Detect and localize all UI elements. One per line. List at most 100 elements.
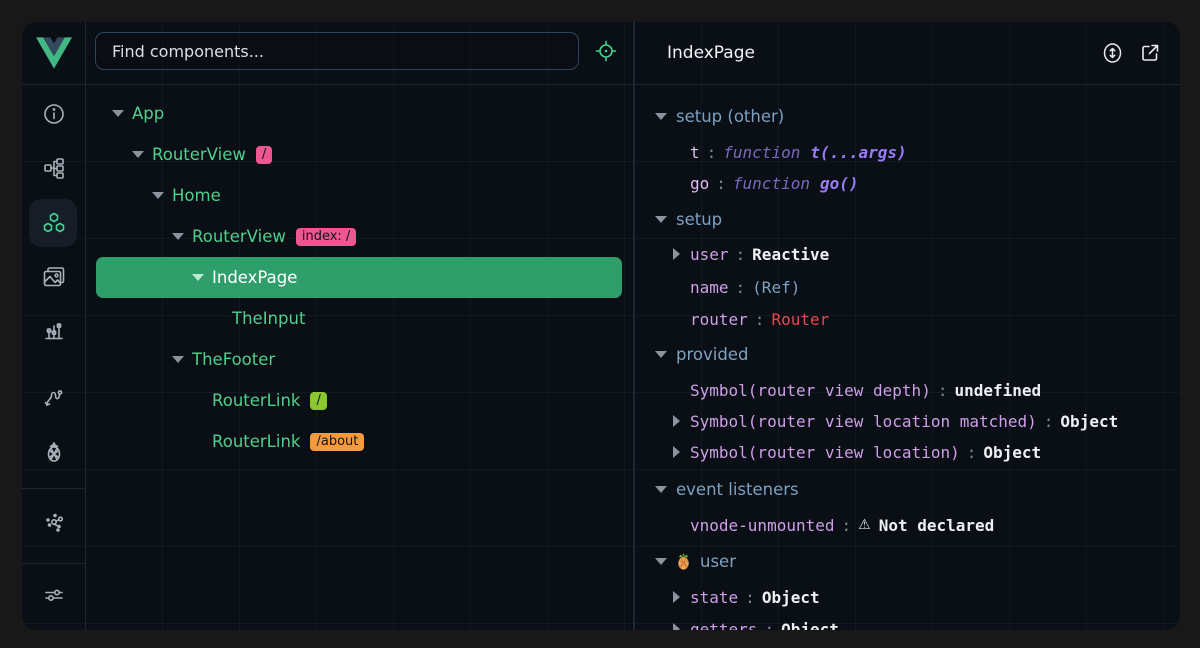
component-label: IndexPage	[212, 268, 297, 287]
sidebar	[22, 22, 85, 630]
state-value: Not declared	[879, 516, 995, 535]
function-signature: t(...args)	[810, 143, 906, 162]
route-badge: index: /	[296, 228, 356, 246]
sidebar-item-pages-tree[interactable]	[22, 146, 85, 190]
component-label: TheInput	[232, 309, 305, 328]
vue-logo[interactable]	[22, 22, 85, 84]
expand-triangle-icon[interactable]	[673, 591, 680, 603]
expand-triangle-icon[interactable]	[673, 415, 680, 427]
state-value: Object	[983, 443, 1041, 462]
tree-row-routerview-1[interactable]: RouterView /	[96, 134, 622, 175]
component-label: RouterLink	[212, 432, 300, 451]
target-icon	[595, 40, 617, 62]
collapse-triangle-icon[interactable]	[172, 233, 184, 240]
state-value: Object	[781, 620, 839, 631]
state-row-name: name : (Ref)	[635, 274, 1180, 300]
component-label: RouterLink	[212, 391, 300, 410]
component-label: RouterView	[192, 227, 286, 246]
collapse-triangle-icon[interactable]	[655, 113, 667, 120]
sidebar-item-pinia[interactable]	[22, 430, 85, 474]
collapse-triangle-icon[interactable]	[132, 151, 144, 158]
state-inspector: IndexPage setup (other) t :	[635, 22, 1180, 630]
state-row-getters[interactable]: getters : Object	[635, 616, 1180, 630]
pineapple-icon	[42, 440, 66, 464]
collapse-triangle-icon[interactable]	[112, 110, 124, 117]
state-key: vnode-unmounted	[690, 516, 835, 535]
expand-triangle-icon[interactable]	[673, 446, 680, 458]
state-row-t: t : function t(...args)	[635, 139, 1180, 165]
scroll-to-component-icon	[1102, 42, 1123, 64]
sidebar-divider-line	[22, 488, 85, 489]
state-row-user[interactable]: user : Reactive	[635, 241, 1180, 267]
tree-row-thefooter[interactable]: TheFooter	[96, 339, 622, 380]
sidebar-divider-line-2	[22, 563, 85, 564]
sidebar-item-settings[interactable]	[22, 573, 85, 617]
function-keyword: function	[733, 174, 810, 193]
levels-icon	[42, 319, 66, 343]
state-row-go: go : function go()	[635, 170, 1180, 196]
graph-icon	[42, 510, 66, 534]
section-label: event listeners	[676, 480, 799, 499]
state-value: Reactive	[752, 245, 829, 264]
tree-row-home[interactable]: Home	[96, 175, 622, 216]
tree-row-routerlink-1[interactable]: RouterLink /	[96, 380, 622, 421]
section-event-listeners[interactable]: event listeners	[635, 476, 1180, 502]
pinia-pineapple-icon	[676, 553, 691, 570]
tree-row-theinput[interactable]: TheInput	[96, 298, 622, 339]
component-label: RouterView	[152, 145, 246, 164]
collapse-triangle-icon[interactable]	[192, 274, 204, 281]
function-keyword: function	[723, 143, 800, 162]
section-label: setup	[676, 210, 722, 229]
sidebar-item-assets[interactable]	[22, 255, 85, 299]
state-row-symbol-location[interactable]: Symbol(router view location) : Object	[635, 439, 1180, 465]
search-input[interactable]	[110, 41, 564, 62]
state-row-symbol-matched[interactable]: Symbol(router view location matched) : O…	[635, 408, 1180, 434]
sidebar-item-graph[interactable]	[22, 500, 85, 544]
scroll-to-component-button[interactable]	[1100, 41, 1124, 65]
expand-triangle-icon[interactable]	[673, 248, 680, 260]
sliders-icon	[42, 583, 66, 607]
sidebar-item-router[interactable]	[22, 376, 85, 420]
collapse-triangle-icon[interactable]	[655, 486, 667, 493]
route-badge: /	[310, 392, 326, 410]
sidebar-item-components[interactable]	[22, 201, 85, 245]
tree-row-routerview-2[interactable]: RouterView index: /	[96, 216, 622, 257]
tree-row-app[interactable]: App	[96, 93, 622, 134]
state-key: Symbol(router view location)	[690, 443, 960, 462]
section-label: user	[700, 552, 736, 571]
component-search[interactable]	[95, 32, 579, 70]
expand-triangle-icon[interactable]	[673, 623, 680, 630]
section-label: setup (other)	[676, 107, 784, 126]
tree-row-routerlink-2[interactable]: RouterLink /about	[96, 421, 622, 462]
section-setup-other[interactable]: setup (other)	[635, 103, 1180, 129]
section-label: provided	[676, 345, 748, 364]
section-user-store[interactable]: user	[635, 548, 1180, 574]
components-icon	[41, 210, 67, 236]
info-icon	[42, 102, 66, 126]
collapse-triangle-icon[interactable]	[172, 356, 184, 363]
sidebar-item-timeline[interactable]	[22, 309, 85, 353]
component-label: TheFooter	[192, 350, 275, 369]
image-icon	[42, 265, 66, 289]
state-row-state[interactable]: state : Object	[635, 584, 1180, 610]
component-label: Home	[172, 186, 221, 205]
state-key: go	[690, 174, 709, 193]
state-row-symbol-depth: Symbol(router view depth) : undefined	[635, 377, 1180, 403]
collapse-triangle-icon[interactable]	[655, 351, 667, 358]
collapse-triangle-icon[interactable]	[655, 216, 667, 223]
section-provided[interactable]: provided	[635, 341, 1180, 367]
state-value: Object	[762, 588, 820, 607]
tree-row-indexpage-selected[interactable]: IndexPage	[96, 257, 622, 298]
warning-icon: ⚠	[858, 517, 871, 533]
select-component-button[interactable]	[592, 37, 620, 65]
state-value: Object	[1060, 412, 1118, 431]
state-row-router: router : Router	[635, 306, 1180, 332]
section-setup[interactable]: setup	[635, 206, 1180, 232]
sidebar-item-info[interactable]	[22, 92, 85, 136]
component-tree: App RouterView / Home RouterView index: …	[85, 84, 633, 630]
open-in-editor-button[interactable]	[1138, 41, 1162, 65]
collapse-triangle-icon[interactable]	[152, 192, 164, 199]
state-value: Router	[771, 310, 829, 329]
route-icon	[42, 386, 66, 410]
collapse-triangle-icon[interactable]	[655, 558, 667, 565]
